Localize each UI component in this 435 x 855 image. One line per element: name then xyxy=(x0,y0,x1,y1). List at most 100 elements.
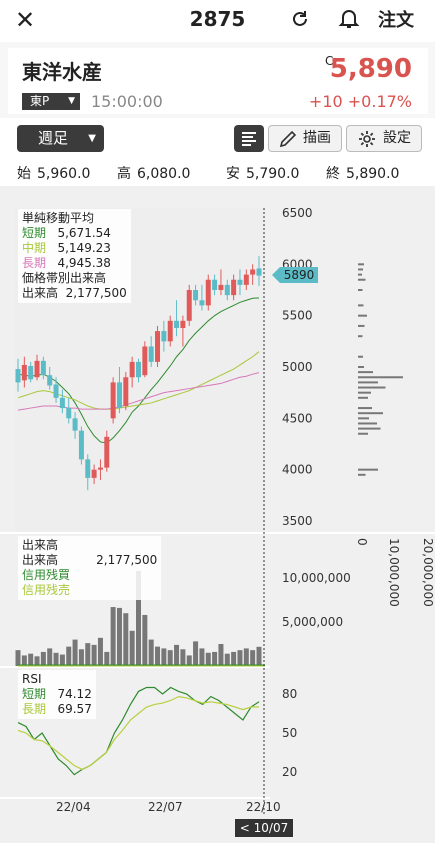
candle xyxy=(40,360,46,376)
price-axis-label: 5500 xyxy=(282,309,313,323)
ma-long-value: 4,945.38 xyxy=(57,256,111,270)
indicator-list-button[interactable] xyxy=(234,125,264,152)
candle xyxy=(142,346,148,376)
vp-axis-label: 10,000,000 xyxy=(387,538,401,607)
open-label: 始 xyxy=(17,166,31,182)
period-select[interactable]: 週足 ▼ xyxy=(17,125,104,152)
rsi-short-value: 74.12 xyxy=(57,687,92,701)
margin-buy-label: 信用残買 xyxy=(22,568,71,582)
volume-bar xyxy=(72,639,78,666)
x-axis-label: 22/07 xyxy=(148,800,183,814)
candle xyxy=(116,382,122,409)
high-price: 高 6,080.0 xyxy=(117,163,190,183)
volume-bar xyxy=(212,651,218,666)
volume-by-price-bar xyxy=(358,268,363,271)
candle xyxy=(180,320,186,328)
vp-volume-value: 2,177,500 xyxy=(65,286,127,300)
candle xyxy=(193,290,199,301)
volume-by-price-bar xyxy=(358,473,366,476)
volume-axis-label: 5,000,000 xyxy=(282,615,343,629)
price-axis-label: 4500 xyxy=(282,411,313,425)
volume-bar xyxy=(167,650,173,666)
candle xyxy=(199,300,205,306)
volume-bar xyxy=(193,641,199,666)
candle xyxy=(205,279,211,306)
volume-bar xyxy=(104,651,110,666)
high-value: 6,080.0 xyxy=(137,166,191,182)
candle xyxy=(59,397,65,409)
settings-button[interactable]: 設定 xyxy=(346,125,422,152)
rsi-legend: RSI 短期 74.12 長期 69.57 xyxy=(18,670,96,719)
vp-axis-label: 0 xyxy=(355,538,369,546)
price-axis-label: 6500 xyxy=(282,206,313,220)
refresh-icon[interactable] xyxy=(289,8,311,30)
period-label: 週足 xyxy=(38,129,69,147)
candle xyxy=(224,284,230,296)
volume-by-price-bar xyxy=(358,371,373,374)
volume-by-price-bar xyxy=(358,273,362,276)
volume-bar xyxy=(21,655,27,666)
dropdown-arrow-icon: ▼ xyxy=(68,96,75,106)
candle xyxy=(174,320,180,328)
volume-bar xyxy=(116,607,122,666)
volume-by-price-bar xyxy=(358,366,364,368)
volume-by-price-bar xyxy=(358,335,363,338)
list-icon xyxy=(242,132,256,146)
candle xyxy=(15,369,21,383)
top-bar: ✕ 2875 注文 xyxy=(0,0,435,43)
bell-icon[interactable] xyxy=(337,6,361,30)
rsi-long-value: 69.57 xyxy=(57,702,92,716)
volume-bar xyxy=(243,648,249,666)
cursor-date[interactable]: < 10/07 > xyxy=(235,819,293,853)
volume-bar xyxy=(148,639,154,666)
volume-by-price-bar xyxy=(358,391,371,394)
volume-bar xyxy=(142,614,148,666)
candle xyxy=(53,384,59,398)
volume-by-price-bar xyxy=(358,304,364,307)
candle xyxy=(155,331,161,362)
candle xyxy=(21,364,27,381)
change-percent: +0.17% xyxy=(347,92,412,111)
volume-bar xyxy=(53,652,59,666)
close-value: 5,890.0 xyxy=(346,166,400,182)
volume-bar xyxy=(250,650,256,666)
volume-by-price-bar xyxy=(358,396,368,399)
rsi-legend-title: RSI xyxy=(22,672,42,686)
volume-bar xyxy=(91,644,97,666)
rsi-long-label: 長期 xyxy=(22,702,47,716)
volume-bar xyxy=(97,637,103,666)
stock-summary-card: 東洋水産 C 5,890 東P ▼ 15:00:00 +10 +0.17% xyxy=(8,48,428,114)
volume-by-price-bar xyxy=(358,386,386,389)
ma-mid-row: 中期 5,149.23 xyxy=(22,241,127,256)
vp-volume-label: 出来高 xyxy=(22,286,59,300)
vp-volume-row: 出来高 2,177,500 xyxy=(22,286,127,301)
ma-legend: 単純移動平均 短期 5,671.54 中期 5,149.23 長期 4,945.… xyxy=(18,209,131,303)
price-axis-label: 3500 xyxy=(282,514,313,528)
volume-bar xyxy=(59,654,65,666)
ma-mid-value: 5,149.23 xyxy=(57,241,111,255)
settings-label: 設定 xyxy=(383,130,411,146)
volume-bar xyxy=(186,655,192,666)
volume-by-price-bar xyxy=(358,427,381,430)
ma-short-row: 短期 5,671.54 xyxy=(22,226,127,241)
close-price: 終 5,890.0 xyxy=(326,163,399,183)
volume-by-price-bar xyxy=(358,468,378,471)
draw-button[interactable]: 描画 xyxy=(268,125,342,152)
volume-bar xyxy=(85,643,91,666)
rsi-axis-label: 50 xyxy=(282,726,297,740)
high-label: 高 xyxy=(117,166,131,182)
rsi-long-row: 長期 69.57 xyxy=(22,702,92,717)
candle xyxy=(243,274,249,285)
volume-bar xyxy=(180,649,186,666)
order-button[interactable]: 注文 xyxy=(378,6,414,32)
margin-sell-label: 信用残売 xyxy=(22,583,71,597)
candle xyxy=(97,467,103,470)
candle xyxy=(123,377,129,407)
ma-long-row: 長期 4,945.38 xyxy=(22,256,127,271)
candle xyxy=(218,284,224,290)
dropdown-arrow-icon: ▼ xyxy=(88,133,96,144)
volume-label: 出来高 xyxy=(22,553,59,567)
exchange-select[interactable]: 東P ▼ xyxy=(22,93,80,110)
volume-value: 2,177,500 xyxy=(96,553,158,567)
candle xyxy=(110,382,116,419)
